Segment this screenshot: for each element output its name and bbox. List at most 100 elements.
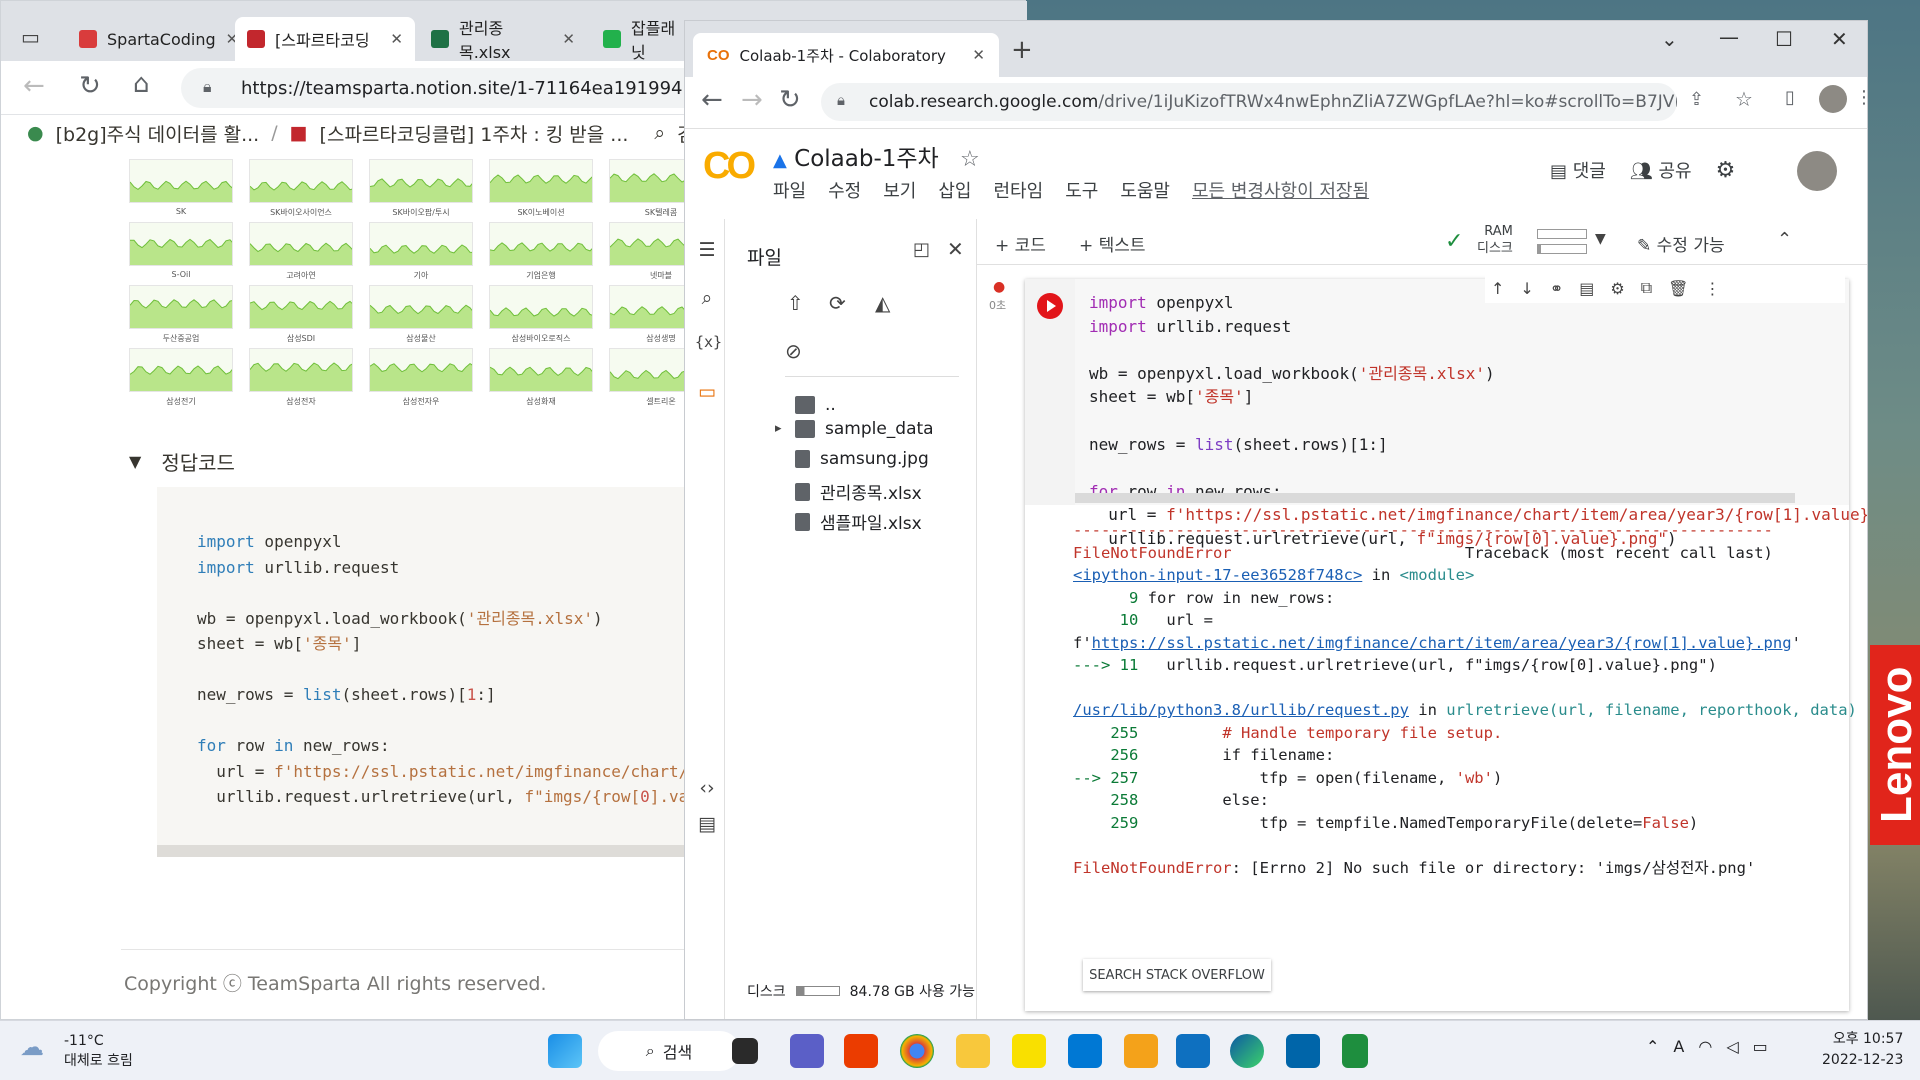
url-field[interactable]: 🔒︎ colab.research.google.com/drive/1iJuK… <box>821 83 1677 121</box>
task-view-icon[interactable] <box>732 1038 758 1064</box>
toggle-triangle-icon[interactable]: ▼ <box>129 452 141 471</box>
file-item-sample-data[interactable]: sample_data <box>795 419 934 439</box>
tab-list-icon[interactable]: ⌄ <box>1661 27 1678 51</box>
code-cell[interactable]: import openpyxl import urllib.request wb… <box>1025 273 1867 1011</box>
expand-arrow-icon[interactable]: ▸ <box>775 421 782 436</box>
move-up-icon[interactable]: ↑ <box>1491 279 1504 298</box>
move-down-icon[interactable]: ↓ <box>1520 279 1533 298</box>
close-window-icon[interactable]: ✕ <box>1831 27 1848 51</box>
file-item-managed-xlsx[interactable]: 관리종목.xlsx <box>795 479 922 504</box>
tab-colab[interactable]: CO Colaab-1주차 - Colaboratory ✕ <box>693 33 999 77</box>
reload-icon[interactable]: ↻ <box>779 85 801 115</box>
notebook-title[interactable]: ▲ Colaab-1주차 ☆ <box>773 139 980 173</box>
ime-icon[interactable]: A <box>1673 1037 1684 1056</box>
account-avatar[interactable] <box>1797 151 1837 191</box>
share-button[interactable]: 👥︎ 공유 <box>1630 157 1692 183</box>
run-cell-button[interactable] <box>1037 293 1063 319</box>
menu-insert[interactable]: 삽입 <box>938 177 971 203</box>
save-status[interactable]: 모든 변경사항이 저장됨 <box>1192 177 1369 203</box>
collapse-header-icon[interactable]: ⌃ <box>1777 229 1792 250</box>
battery-icon[interactable]: ▭ <box>1753 1037 1768 1056</box>
home-icon[interactable]: ⌂ <box>133 69 150 99</box>
search-icon[interactable]: ⌕ <box>654 122 665 144</box>
menu-edit[interactable]: 수정 <box>828 177 861 203</box>
horizontal-scrollbar[interactable] <box>157 845 687 857</box>
close-icon[interactable]: ✕ <box>972 46 985 64</box>
more-icon[interactable]: ⋮ <box>1704 279 1720 298</box>
chrome-icon[interactable] <box>900 1034 934 1068</box>
vscode-icon[interactable] <box>1286 1034 1320 1068</box>
runtime-dropdown-icon[interactable]: ▼ <box>1595 231 1606 247</box>
clock[interactable]: 오후 10:57 2022-12-23 <box>1822 1029 1903 1071</box>
volume-icon[interactable]: ◁ <box>1726 1037 1738 1056</box>
variables-icon[interactable]: {x} <box>695 333 722 351</box>
comment-button[interactable]: ▤ 댓글 <box>1550 157 1606 183</box>
search-stack-overflow-button[interactable]: SEARCH STACK OVERFLOW <box>1083 959 1271 991</box>
search-icon[interactable]: ⌕ <box>695 287 719 309</box>
browser-menu-icon[interactable]: ⋮ <box>1855 87 1867 108</box>
app-icon[interactable] <box>1124 1034 1158 1068</box>
upload-file-icon[interactable]: ⇧ <box>787 291 804 315</box>
l-app-icon[interactable] <box>1176 1034 1210 1068</box>
gear-icon[interactable]: ⚙ <box>1716 158 1736 183</box>
close-icon[interactable]: ✕ <box>390 30 403 48</box>
link-icon[interactable]: ⚭ <box>1550 279 1563 298</box>
reload-icon[interactable]: ↻ <box>79 71 101 101</box>
file-item-sample-xlsx[interactable]: 샘플파일.xlsx <box>795 509 922 534</box>
toc-icon[interactable]: ☰ <box>695 239 719 261</box>
share-page-icon[interactable]: ⇪ <box>1689 89 1704 110</box>
settings-icon[interactable]: ⚙ <box>1610 279 1624 298</box>
hidden-files-icon[interactable]: ⊘ <box>785 339 802 363</box>
minimize-icon[interactable]: — <box>1719 25 1739 49</box>
edit-mode-button[interactable]: ✎ 수정 가능 <box>1637 231 1725 256</box>
office-icon[interactable] <box>844 1034 878 1068</box>
edge-icon[interactable] <box>1230 1034 1264 1068</box>
code-snippets-icon[interactable]: ‹› <box>695 777 719 799</box>
teams-chat-icon[interactable] <box>790 1034 824 1068</box>
add-code-button[interactable]: + 코드 <box>995 231 1046 256</box>
file-item-samsung-jpg[interactable]: samsung.jpg <box>795 449 929 469</box>
menu-help[interactable]: 도움말 <box>1120 177 1170 203</box>
breadcrumb-item[interactable]: [스파르타코딩클럽] 1주차 : 킹 받을 ... <box>320 120 629 147</box>
back-icon[interactable]: ← <box>701 85 723 115</box>
taskbar-search[interactable]: ⌕ 검색 <box>598 1031 740 1071</box>
side-panel-icon[interactable]: ▯ <box>1785 87 1795 108</box>
cell-source[interactable]: import openpyxl import urllib.request wb… <box>1089 291 1867 551</box>
maximize-icon[interactable]: ☐ <box>1775 27 1793 51</box>
sheets-icon[interactable] <box>1342 1034 1368 1068</box>
profile-avatar[interactable] <box>1819 85 1847 113</box>
tab-excel[interactable]: 관리종목.xlsx ✕ <box>419 17 587 62</box>
star-icon[interactable]: ☆ <box>960 147 980 172</box>
file-item-parent[interactable]: .. <box>795 395 836 415</box>
mirror-cell-icon[interactable]: ⧉ <box>1641 278 1652 298</box>
weather-widget[interactable]: ☁ -11°C 대체로 흐림 <box>20 1031 133 1071</box>
cell-editor[interactable]: import openpyxl import urllib.request wb… <box>1075 279 1867 548</box>
store-icon[interactable] <box>1068 1034 1102 1068</box>
menu-tools[interactable]: 도구 <box>1065 177 1098 203</box>
menu-view[interactable]: 보기 <box>883 177 916 203</box>
tab-actions-icon[interactable]: ▭ <box>21 25 40 49</box>
tab-spartacoding[interactable]: SpartaCoding ✕ <box>67 17 238 61</box>
folder-icon[interactable]: ▭ <box>695 381 719 403</box>
delete-icon[interactable]: 🗑︎ <box>1668 279 1688 298</box>
close-icon[interactable]: ✕ <box>947 237 964 261</box>
bookmark-star-icon[interactable]: ☆ <box>1735 87 1753 111</box>
start-icon[interactable] <box>548 1034 582 1068</box>
horizontal-scrollbar[interactable] <box>1075 493 1795 503</box>
kakaotalk-icon[interactable] <box>1012 1034 1046 1068</box>
file-explorer-icon[interactable] <box>956 1034 990 1068</box>
chevron-up-icon[interactable]: ⌃ <box>1646 1037 1659 1056</box>
answer-toggle[interactable]: ▼ 정답코드 <box>129 447 235 476</box>
add-text-button[interactable]: + 텍스트 <box>1079 231 1146 256</box>
new-tab-icon[interactable]: + <box>1011 35 1033 65</box>
refresh-folder-icon[interactable]: ⟳ <box>829 291 846 315</box>
terminal-icon[interactable]: ▤ <box>695 813 719 835</box>
mount-drive-icon[interactable]: ◭ <box>875 291 890 315</box>
close-icon[interactable]: ✕ <box>562 30 575 48</box>
menu-file[interactable]: 파일 <box>773 177 806 203</box>
expand-panel-icon[interactable]: ◰ <box>913 239 930 260</box>
back-icon[interactable]: ← <box>23 71 45 101</box>
breadcrumb-item[interactable]: [b2g]주식 데이터를 활... <box>56 120 260 147</box>
tab-sparta-notion[interactable]: [스파르타코딩 ✕ <box>235 17 415 61</box>
forward-icon[interactable]: → <box>741 85 763 115</box>
